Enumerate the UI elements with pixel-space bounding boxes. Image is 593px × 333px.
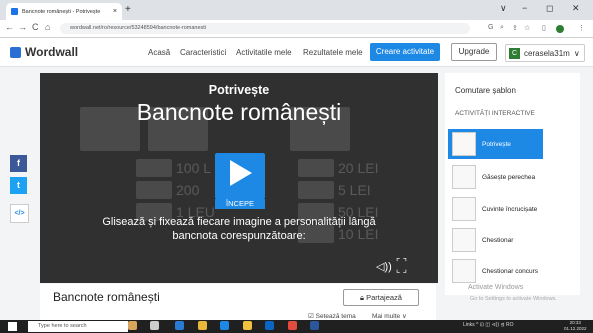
home-button[interactable]: ⌂ — [45, 22, 50, 32]
template-label: Chestionar — [482, 236, 514, 244]
template-gameshow-quiz[interactable]: Chestionar concurs — [448, 256, 543, 286]
start-button-label[interactable]: ÎNCEPE — [215, 199, 265, 209]
sidebar-panel-icon[interactable]: ▯ — [542, 24, 546, 32]
back-button[interactable]: ← — [5, 22, 14, 32]
template-match-up[interactable]: Potrivește — [448, 129, 543, 159]
fullscreen-icon[interactable]: ⌜ ⌝ ⌞ ⌟ — [396, 258, 407, 274]
minimize-button[interactable]: − — [522, 3, 527, 13]
chrome-icon[interactable] — [288, 321, 297, 330]
share-button[interactable]: 🔒︎ Partajează — [343, 289, 419, 306]
word-icon[interactable] — [310, 321, 319, 330]
background-banknote-image — [136, 159, 172, 177]
url-field[interactable]: wordwall.net/ro/resource/53248594/bancno… — [60, 23, 470, 34]
upgrade-button[interactable]: Upgrade — [451, 43, 497, 61]
activity-player[interactable]: 100 L 200 1 LEU 20 LEI 5 LEI 50 LEI 10 L… — [40, 73, 438, 283]
checkbox-icon: ☑ — [308, 313, 316, 320]
background-label: 5 LEI — [338, 182, 371, 198]
template-label: Chestionar concurs — [482, 267, 538, 275]
speaker-icon[interactable]: ◁)) — [376, 260, 392, 273]
template-quiz[interactable]: Chestionar — [448, 225, 543, 255]
profile-avatar-icon[interactable] — [556, 25, 564, 33]
chevron-down-icon: ∨ — [573, 48, 580, 58]
logo-text: Wordwall — [25, 45, 79, 59]
template-label: Potrivește — [482, 140, 511, 148]
create-activity-button[interactable]: Creare activitate — [370, 43, 440, 61]
store-icon[interactable] — [220, 321, 229, 330]
activity-title: Bancnote românești — [136, 99, 342, 125]
tab-close-icon[interactable]: × — [113, 8, 117, 15]
play-icon — [230, 160, 252, 186]
nav-link-my-activities[interactable]: Activitatile mele — [236, 48, 292, 57]
nav-link-my-results[interactable]: Rezultatele mele — [303, 48, 363, 57]
switch-template-title: Comutare șablon — [455, 86, 516, 95]
facebook-share-button[interactable]: f — [10, 155, 27, 172]
forward-button[interactable]: → — [18, 22, 27, 32]
nav-link-features[interactable]: Caracteristici — [180, 48, 226, 57]
folder-icon[interactable] — [243, 321, 252, 330]
match-up-thumbnail-icon — [452, 132, 476, 156]
activity-type-heading: Potrivește — [208, 83, 270, 97]
mail-icon[interactable] — [265, 321, 274, 330]
wordwall-logo-icon — [10, 46, 21, 58]
tab-search-chevron-icon[interactable]: ∨ — [500, 3, 507, 14]
activate-windows-title: Activate Windows — [468, 284, 524, 291]
share-label: Partajează — [366, 293, 402, 302]
twitter-share-button[interactable]: t — [10, 177, 27, 194]
windows-start-icon[interactable] — [8, 322, 17, 331]
activity-instructions: Glisează și fixează fiecare imagine a pe… — [102, 216, 376, 242]
gameshow-quiz-thumbnail-icon — [452, 259, 476, 283]
nav-link-home[interactable]: Acasă — [148, 48, 170, 57]
wordwall-logo[interactable]: Wordwall — [10, 45, 78, 59]
username: cerasela31m — [524, 48, 570, 58]
system-tray[interactable]: Links ^ ⊡ ◫ ⊲)) ⊴ RO — [463, 322, 513, 328]
find-match-thumbnail-icon — [452, 165, 476, 189]
background-label: 20 LEI — [338, 160, 379, 176]
wordwall-favicon-icon — [11, 8, 18, 15]
bookmark-star-icon[interactable]: ☆ — [524, 24, 530, 32]
activity-card-title: Bancnote românești — [53, 290, 160, 304]
background-label: 100 L — [176, 160, 212, 176]
crossword-thumbnail-icon — [452, 197, 476, 221]
share-page-icon[interactable]: ⇪ — [512, 24, 518, 32]
taskbar-clock[interactable]: 20:33 01.12.2022 — [564, 320, 587, 331]
more-options-dropdown[interactable]: Mai multe ∨ — [372, 312, 407, 320]
user-menu[interactable]: C cerasela31m ∨ — [505, 44, 585, 62]
set-theme-checkbox[interactable]: ☑ Setează tema — [308, 312, 356, 320]
background-label: 200 — [176, 182, 200, 198]
zoom-icon[interactable]: ⌕ — [500, 24, 504, 32]
user-avatar: C — [509, 47, 520, 59]
activate-windows-subtitle: Go to Settings to activate Windows. — [470, 296, 557, 302]
interactive-activities-heading: ACTIVITĂȚI INTERACTIVE — [455, 110, 535, 117]
edge-icon[interactable] — [175, 321, 184, 330]
background-banknote-image — [136, 181, 172, 199]
reload-button[interactable]: C — [32, 22, 39, 32]
taskbar-search-box[interactable]: Type here to search — [28, 321, 128, 332]
browser-menu-icon[interactable]: ⋮ — [578, 24, 585, 32]
template-label: Cuvinte încrucișate — [482, 205, 538, 213]
google-lens-icon[interactable]: G — [488, 24, 493, 31]
maximize-button[interactable]: ◻ — [546, 3, 553, 14]
tab-title: Bancnote românești - Potrivește — [22, 8, 101, 15]
new-tab-button[interactable]: + — [125, 4, 131, 15]
background-banknote-image — [298, 159, 334, 177]
close-window-button[interactable]: ✕ — [572, 3, 580, 14]
template-crossword[interactable]: Cuvinte încrucișate — [448, 194, 543, 224]
taskbar-app-icon[interactable] — [128, 321, 137, 330]
quiz-thumbnail-icon — [452, 228, 476, 252]
template-find-the-match[interactable]: Găsește perechea — [448, 162, 543, 192]
background-banknote-image — [298, 181, 334, 199]
file-explorer-icon[interactable] — [198, 321, 207, 330]
clock-date: 01.12.2022 — [564, 325, 587, 331]
embed-code-button[interactable]: </> — [10, 204, 29, 223]
set-theme-label: Setează tema — [315, 313, 356, 320]
template-label: Găsește perechea — [482, 173, 536, 181]
browser-tab[interactable]: Bancnote românești - Potrivește × — [6, 3, 122, 20]
task-view-icon[interactable] — [150, 321, 159, 330]
